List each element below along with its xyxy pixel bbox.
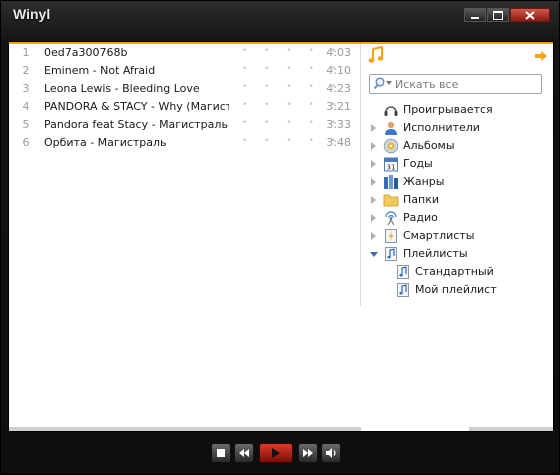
tree-item-radio[interactable]: Радио <box>361 209 553 227</box>
track-duration: 3:21 <box>326 100 351 113</box>
books-icon <box>384 175 398 189</box>
playlist-icon <box>397 283 409 297</box>
tree-item-label: Радио <box>403 211 438 224</box>
track-title: Leona Lewis - Bleeding Love <box>44 82 200 95</box>
window-title: Winyl <box>13 6 51 22</box>
next-icon <box>303 449 313 457</box>
track-row[interactable]: 4 PANDORA & STACY - Why (Магист... • • •… <box>9 98 361 116</box>
playback-bar <box>1 433 559 474</box>
track-number: 3 <box>22 82 30 95</box>
tree-item-label: Папки <box>403 193 439 206</box>
tree-item-label: Жанры <box>403 175 445 188</box>
lightning-icon <box>385 229 397 243</box>
track-title: Pandora feat Stacy - Магистраль <box>44 118 228 131</box>
disc-icon <box>383 138 399 154</box>
volume-icon <box>325 448 336 458</box>
tree-item-albums[interactable]: Альбомы <box>361 137 553 155</box>
tree-item-label: Мой плейлист <box>415 283 497 296</box>
volume-bar[interactable] <box>469 427 553 431</box>
tree-item-label: Альбомы <box>403 139 455 152</box>
track-list[interactable]: 1 0ed7a300768b • • • • • 4:03 2 Eminem -… <box>9 44 361 152</box>
tree-item-years[interactable]: 31 Годы <box>361 155 553 173</box>
close-button[interactable] <box>510 8 550 22</box>
track-duration: 4:03 <box>326 46 351 59</box>
title-bar[interactable]: Winyl <box>1 1 559 35</box>
tree-item-smartlists[interactable]: Смартлисты <box>361 227 553 245</box>
playlist-icon <box>385 247 397 261</box>
tree-item-now-playing[interactable]: Проигрывается <box>361 101 553 119</box>
forward-arrow-icon[interactable] <box>534 50 548 62</box>
search-input[interactable] <box>395 76 535 92</box>
stop-button[interactable] <box>211 443 231 463</box>
window-controls <box>463 8 550 22</box>
previous-button[interactable] <box>234 443 254 463</box>
tree-item-label: Стандартный <box>415 265 494 278</box>
tree-item-label: Плейлисты <box>403 247 468 260</box>
search-icon[interactable] <box>373 77 385 90</box>
track-number: 1 <box>22 46 30 59</box>
track-number: 2 <box>22 64 30 77</box>
track-title: 0ed7a300768b <box>44 46 128 59</box>
tree-item-playlist-default[interactable]: Стандартный <box>361 263 553 281</box>
track-duration: 3:48 <box>326 136 351 149</box>
track-row[interactable]: 2 Eminem - Not Afraid • • • • • 4:10 <box>9 62 361 80</box>
track-duration: 4:10 <box>326 64 351 77</box>
expand-arrow-icon[interactable] <box>371 232 376 240</box>
maximize-button[interactable] <box>487 8 509 22</box>
collapse-arrow-icon[interactable] <box>370 252 378 257</box>
track-row[interactable]: 5 Pandora feat Stacy - Магистраль • • • … <box>9 116 361 134</box>
library-tree: Проигрывается Исполнители Альбомы 31 Год… <box>361 101 553 299</box>
tree-item-playlists[interactable]: Плейлисты <box>361 245 553 263</box>
track-duration: 3:33 <box>326 118 351 131</box>
tree-item-label: Исполнители <box>403 121 480 134</box>
expand-arrow-icon[interactable] <box>371 142 376 150</box>
expand-arrow-icon[interactable] <box>371 178 376 186</box>
previous-icon <box>239 449 249 457</box>
calendar-icon: 31 <box>384 157 398 172</box>
expand-arrow-icon[interactable] <box>371 124 376 132</box>
play-button[interactable] <box>259 443 293 463</box>
expand-arrow-icon[interactable] <box>371 160 376 168</box>
search-dropdown-icon[interactable] <box>386 81 392 85</box>
main-panel: 1 0ed7a300768b • • • • • 4:03 2 Eminem -… <box>8 41 554 432</box>
track-title: Eminem - Not Afraid <box>44 64 156 77</box>
track-duration: 4:23 <box>326 82 351 95</box>
close-icon <box>525 10 535 20</box>
calendar-day: 31 <box>387 164 396 172</box>
track-row[interactable]: 1 0ed7a300768b • • • • • 4:03 <box>9 44 361 62</box>
tree-item-label: Проигрывается <box>403 103 493 116</box>
track-number: 5 <box>22 118 30 131</box>
expand-arrow-icon[interactable] <box>371 196 376 204</box>
expand-arrow-icon[interactable] <box>371 214 376 222</box>
tree-item-genres[interactable]: Жанры <box>361 173 553 191</box>
tree-item-playlist-mine[interactable]: Мой плейлист <box>361 281 553 299</box>
library-panel: Проигрывается Исполнители <box>361 44 553 344</box>
track-row[interactable]: 6 Орбита - Магистраль • • • • • 3:48 <box>9 134 361 152</box>
track-row[interactable]: 3 Leona Lewis - Bleeding Love • • • • • … <box>9 80 361 98</box>
minimize-button[interactable] <box>464 8 486 22</box>
playback-controls <box>211 443 344 463</box>
music-note-icon <box>368 46 384 63</box>
playlist-icon <box>397 265 409 279</box>
folder-icon <box>383 194 399 207</box>
headphones-icon <box>384 106 398 116</box>
tree-item-label: Смартлисты <box>403 229 475 242</box>
tree-item-folders[interactable]: Папки <box>361 191 553 209</box>
track-number: 6 <box>22 136 30 149</box>
play-icon <box>272 448 280 458</box>
stop-icon <box>217 449 225 457</box>
tree-item-label: Годы <box>403 157 433 170</box>
radio-icon <box>385 211 397 226</box>
track-title: Орбита - Магистраль <box>44 136 167 149</box>
track-title: PANDORA & STACY - Why (Магист... <box>44 100 229 113</box>
app-window: Winyl 1 0ed7a300768b • • • • • 4:03 2 Em… <box>0 0 560 475</box>
search-box[interactable] <box>369 74 542 94</box>
track-number: 4 <box>22 100 30 113</box>
next-button[interactable] <box>298 443 318 463</box>
tree-item-artists[interactable]: Исполнители <box>361 119 553 137</box>
seek-bar[interactable] <box>9 427 361 431</box>
person-icon <box>385 121 397 135</box>
volume-button[interactable] <box>321 443 341 463</box>
